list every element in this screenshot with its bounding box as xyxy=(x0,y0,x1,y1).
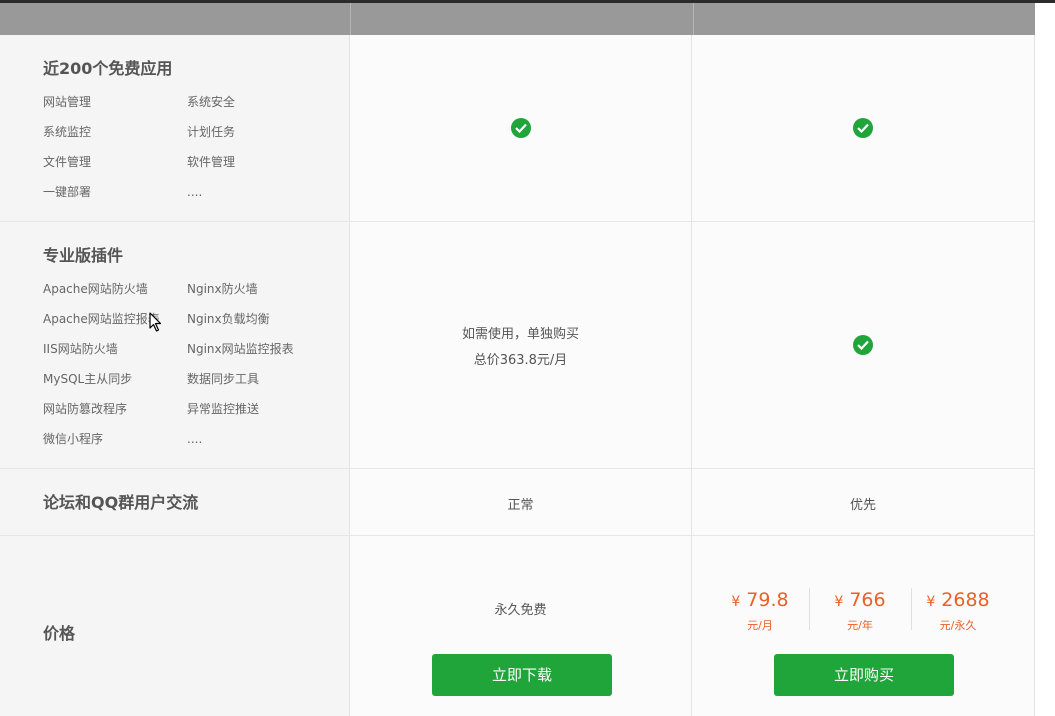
mouse-pointer-icon xyxy=(149,312,162,332)
row-free-apps-free-cell xyxy=(350,35,692,221)
feature-item: MySQL主从同步 xyxy=(43,372,133,386)
feature-item: .... xyxy=(187,432,203,446)
feature-item: 网站防篡改程序 xyxy=(43,402,128,416)
price-option-yearly[interactable]: ¥766 元/年 xyxy=(810,588,910,633)
row-title: 价格 xyxy=(43,624,76,643)
feature-list: 网站管理 系统安全 系统监控 计划任务 文件管理 软件管理 一键部署.... xyxy=(43,87,343,207)
row-community-free-cell: 正常 xyxy=(350,469,692,535)
check-circle-icon xyxy=(853,335,873,355)
currency-symbol: ¥ xyxy=(926,594,936,610)
row-price-free-cell: 永久免费 立即下载 xyxy=(350,536,692,716)
check-circle-icon xyxy=(853,118,873,138)
row-free-apps: 近200个免费应用 网站管理 系统安全 系统监控 计划任务 文件管理 软件管理 一键部… xyxy=(0,35,1035,222)
community-free-value: 正常 xyxy=(507,498,534,513)
check-circle-icon xyxy=(511,118,531,138)
purchase-separately-text: 如需使用，单独购买 xyxy=(461,327,579,342)
currency-symbol: ¥ xyxy=(731,594,741,610)
feature-item: 异常监控推送 xyxy=(187,402,260,416)
feature-item: 文件管理 xyxy=(43,155,92,169)
feature-item: 软件管理 xyxy=(187,155,236,169)
free-forever-text: 永久免费 xyxy=(494,603,547,618)
feature-item: Apache网站监控报表 xyxy=(43,312,160,326)
currency-symbol: ¥ xyxy=(834,594,844,610)
feature-item: 一键部署 xyxy=(43,185,92,199)
row-title: 论坛和QQ群用户交流 xyxy=(43,493,199,512)
row-community-feature-cell: 论坛和QQ群用户交流 xyxy=(0,469,350,535)
total-price-text: 总价363.8元/月 xyxy=(473,353,568,368)
feature-item: 网站管理 xyxy=(43,95,92,109)
feature-item: 微信小程序 xyxy=(43,432,104,446)
row-title: 近200个免费应用 xyxy=(43,59,173,78)
feature-item: 系统安全 xyxy=(187,95,236,109)
pricing-comparison-table: 近200个免费应用 网站管理 系统安全 系统监控 计划任务 文件管理 软件管理 一键部… xyxy=(0,3,1035,716)
price-unit: 元/永久 xyxy=(939,619,977,632)
row-community-pro-cell: 优先 xyxy=(692,469,1035,535)
price-unit: 元/年 xyxy=(847,619,873,632)
row-title: 专业版插件 xyxy=(43,246,124,265)
price-option-monthly[interactable]: ¥79.8 元/月 xyxy=(710,588,810,633)
feature-list: Apache网站防火墙 Nginx防火墙 Apache网站监控报表 Nginx负载均… xyxy=(43,274,343,454)
feature-item: 计划任务 xyxy=(187,125,236,139)
feature-item: 数据同步工具 xyxy=(187,372,260,386)
header-cell-feature xyxy=(0,3,351,35)
table-header xyxy=(0,3,1035,35)
feature-item: .... xyxy=(187,185,203,199)
feature-item: Apache网站防火墙 xyxy=(43,282,148,296)
row-free-apps-feature-cell: 近200个免费应用 网站管理 系统安全 系统监控 计划任务 文件管理 软件管理 一键部… xyxy=(0,35,350,221)
feature-item: Nginx防火墙 xyxy=(187,282,258,296)
row-pro-plugins-pro-cell xyxy=(692,222,1035,468)
row-community: 论坛和QQ群用户交流 正常 优先 xyxy=(0,469,1035,536)
price-option-lifetime[interactable]: ¥2688 元/永久 xyxy=(908,588,1008,633)
buy-now-button[interactable]: 立即购买 xyxy=(774,654,954,696)
download-button[interactable]: 立即下载 xyxy=(432,654,612,696)
row-price: 价格 永久免费 立即下载 ¥79.8 元/月 ¥766 元/年 ¥2688 元/… xyxy=(0,536,1035,716)
feature-item: Nginx网站监控报表 xyxy=(187,342,294,356)
row-pro-plugins-feature-cell: 专业版插件 Apache网站防火墙 Nginx防火墙 Apache网站监控报表 Ng… xyxy=(0,222,350,468)
row-free-apps-pro-cell xyxy=(692,35,1035,221)
price-amount: 79.8 xyxy=(746,589,789,611)
row-price-feature-cell: 价格 xyxy=(0,536,350,716)
row-price-pro-cell: ¥79.8 元/月 ¥766 元/年 ¥2688 元/永久 立即购买 xyxy=(692,536,1035,716)
row-pro-plugins-free-cell: 如需使用，单独购买 总价363.8元/月 xyxy=(350,222,692,468)
feature-item: 系统监控 xyxy=(43,125,92,139)
price-amount: 766 xyxy=(849,589,886,611)
header-cell-pro xyxy=(694,3,1037,35)
price-amount: 2688 xyxy=(941,589,990,611)
community-pro-value: 优先 xyxy=(849,498,876,513)
row-pro-plugins: 专业版插件 Apache网站防火墙 Nginx防火墙 Apache网站监控报表 Ng… xyxy=(0,222,1035,469)
header-cell-free xyxy=(351,3,694,35)
price-unit: 元/月 xyxy=(747,619,773,632)
feature-item: IIS网站防火墙 xyxy=(43,342,118,356)
feature-item: Nginx负载均衡 xyxy=(187,312,270,326)
